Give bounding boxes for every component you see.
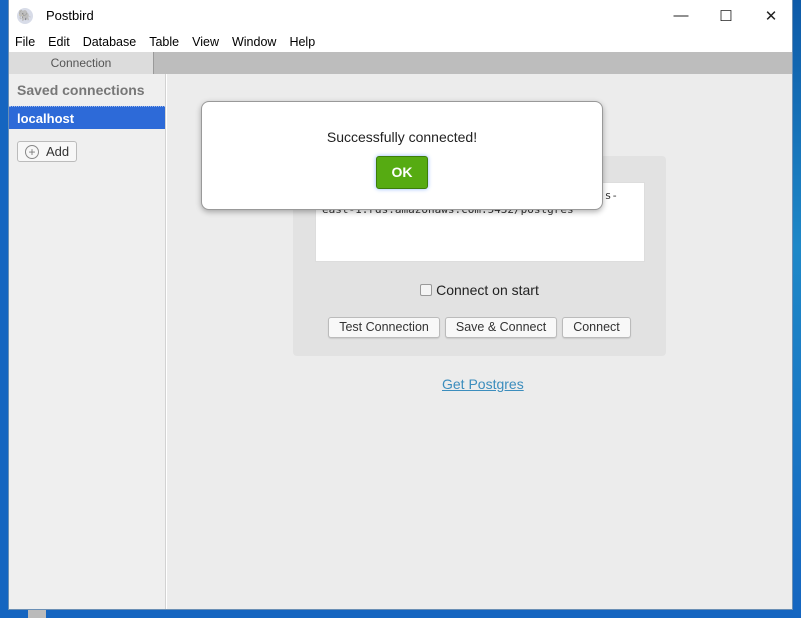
menu-table[interactable]: Table (149, 35, 179, 49)
sidebar: Saved connections localhost + Add (9, 74, 166, 609)
tab-bar: Connection (9, 52, 792, 74)
app-window: 🐘 Postbird — ☐ ✕ File Edit Database Tabl… (8, 0, 793, 610)
connect-button[interactable]: Connect (562, 317, 631, 338)
close-button[interactable]: ✕ (748, 0, 794, 31)
menu-help[interactable]: Help (289, 35, 315, 49)
connect-on-start-checkbox[interactable] (420, 284, 433, 296)
dialog-message: Successfully connected! (326, 129, 478, 145)
add-connection-button[interactable]: + Add (17, 141, 77, 162)
maximize-button[interactable]: ☐ (703, 0, 749, 31)
connect-on-start-label: Connect on start (436, 282, 539, 298)
window-title: Postbird (46, 8, 94, 23)
menu-file[interactable]: File (15, 35, 35, 49)
minimize-button[interactable]: — (658, 0, 704, 31)
connect-on-start: Connect on start (293, 282, 666, 298)
sidebar-heading: Saved connections (17, 82, 145, 98)
menu-bar: File Edit Database Table View Window Hel… (9, 31, 792, 52)
ok-button[interactable]: OK (376, 156, 428, 189)
url-line: s- (604, 189, 618, 202)
save-connect-button[interactable]: Save & Connect (444, 317, 558, 338)
add-label: Add (46, 144, 70, 159)
menu-view[interactable]: View (192, 35, 219, 49)
taskbar-fragment (28, 610, 46, 618)
saved-connection-localhost[interactable]: localhost (9, 106, 165, 129)
menu-edit[interactable]: Edit (48, 35, 70, 49)
plus-icon: + (25, 144, 39, 159)
get-postgres-link[interactable]: Get Postgres (442, 376, 524, 392)
success-dialog: Successfully connected! OK (201, 101, 603, 210)
test-connection-button[interactable]: Test Connection (328, 317, 440, 338)
desktop-background (793, 0, 801, 618)
menu-database[interactable]: Database (83, 35, 137, 49)
elephant-icon: 🐘 (17, 7, 33, 24)
tab-connection[interactable]: Connection (9, 52, 154, 74)
menu-window[interactable]: Window (232, 35, 276, 49)
